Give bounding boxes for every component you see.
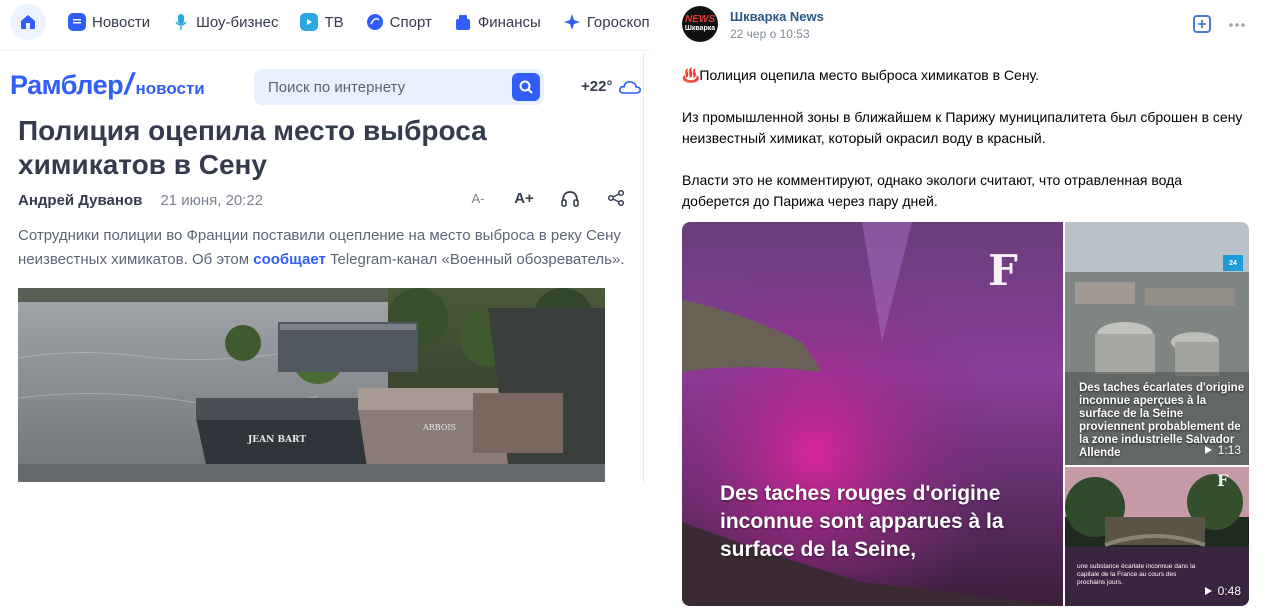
nav-label: Шоу-бизнес [196,13,279,31]
plus-icon [1198,20,1206,28]
avatar-text: NEWS [685,14,715,25]
logo-section: новости [135,79,205,98]
post-paragraph: Власти это не комментируют, однако эколо… [682,172,1183,209]
nav-item-showbiz[interactable]: Шоу-бизнес [172,13,278,31]
divider [643,52,644,482]
listen-button[interactable] [558,189,582,207]
article-meta: Андрей Дуванов 21 июня, 20:22 A- A+ [18,189,628,211]
post-text: ♨️Полиция оцепила место выброса химикато… [682,65,1252,233]
boat-name-text: JEAN BART [247,435,306,445]
home-icon [21,15,35,29]
finance-icon [454,13,472,31]
duration-text: 1:13 [1217,443,1241,457]
media-video-bottom[interactable]: F une substance écarlate inconnue dans l… [1065,467,1249,606]
font-smaller-button[interactable]: A- [466,191,490,206]
cloud-icon [619,80,642,94]
post-paragraph: ♨️Полиция оцепила место выброса химикато… [682,67,1040,83]
vk-post: NEWS Шкварка Шкварка News 22 чер о 10:53… [660,0,1262,612]
share-icon [607,189,625,207]
figaro-logo-text: F [988,246,1018,295]
article-author[interactable]: Андрей Дуванов [18,192,142,209]
post-paragraph: Из промышленной зоны в ближайшем к Париж… [682,109,1243,146]
nav-label: Гороскоп [586,13,650,31]
video-duration: 0:48 [1204,584,1241,598]
post-author[interactable]: Шкварка News [730,9,824,24]
search-button[interactable] [512,73,540,101]
nav-item-tv[interactable]: ТВ [300,13,344,31]
headphones-icon [561,191,579,207]
search-icon [519,80,533,94]
video-caption: Des taches rouges d'origine inconnue son… [720,482,1004,561]
star-icon [563,13,581,31]
rambler-logo[interactable]: Рамблер / новости [10,68,205,102]
more-icon [1229,23,1245,27]
figaro-logo-text: F [1217,471,1229,490]
video-duration: 1:13 [1204,443,1241,457]
logo-text: Рамблер [10,70,124,100]
article-photo: JEAN BART ARBOIS [18,288,605,482]
lead-text: Telegram-канал «Военный обозреватель». [325,251,625,268]
nav-item-horoscope[interactable]: Гороскоп [563,13,650,31]
tv-icon [300,13,319,31]
boat-name-text: ARBOIS [422,423,456,432]
share-button[interactable] [604,189,628,207]
nav-label: ТВ [324,13,344,31]
search-box[interactable]: Поиск по интернету [254,69,544,105]
article-lead: Сотрудники полиции во Франции поставили … [18,224,638,272]
post-media: F Des taches rouges d'origine inconnue s… [682,222,1249,606]
avatar-text: Шкварка [684,25,716,32]
microphone-icon [172,13,190,31]
sport-icon [366,13,384,31]
duration-text: 0:48 [1217,584,1241,598]
video-caption: une substance écarlate inconnue dans la … [1077,563,1196,586]
font-bigger-button[interactable]: A+ [512,190,536,207]
nav-item-sport[interactable]: Спорт [366,13,432,31]
home-button[interactable] [10,4,46,40]
article-tools: A- A+ [444,189,628,207]
nav-item-news[interactable]: Новости [68,13,150,31]
source-link[interactable]: сообщает [253,251,326,268]
top-nav: Новости Шоу-бизнес ТВ Спорт Финансы Горо… [0,0,650,44]
news-icon [68,13,86,31]
article-date: 21 июня, 20:22 [160,191,264,209]
avatar[interactable]: NEWS Шкварка [682,6,718,42]
play-icon [1204,587,1212,595]
media-video-top[interactable]: 24 Des taches écarlates d'origine inconn… [1065,222,1249,465]
nav-label: Новости [92,13,151,31]
rambler-page: Новости Шоу-бизнес ТВ Спорт Финансы Горо… [0,0,650,612]
nav-item-finance[interactable]: Финансы [454,13,541,31]
divider [0,50,650,51]
add-button[interactable] [1193,15,1211,33]
temperature: +22° [581,78,613,95]
nav-label: Финансы [477,13,541,31]
france24-badge: 24 [1223,255,1243,271]
weather-widget[interactable]: +22° [581,78,642,95]
nav-label: Спорт [389,13,432,31]
article-title: Полиция оцепила место выброса химикатов … [18,115,487,180]
play-icon [1204,446,1212,454]
media-photo-main[interactable]: F Des taches rouges d'origine inconnue s… [682,222,1063,606]
search-input[interactable]: Поиск по интернету [268,79,512,96]
more-button[interactable] [1228,15,1246,33]
post-date[interactable]: 22 чер о 10:53 [730,27,810,41]
